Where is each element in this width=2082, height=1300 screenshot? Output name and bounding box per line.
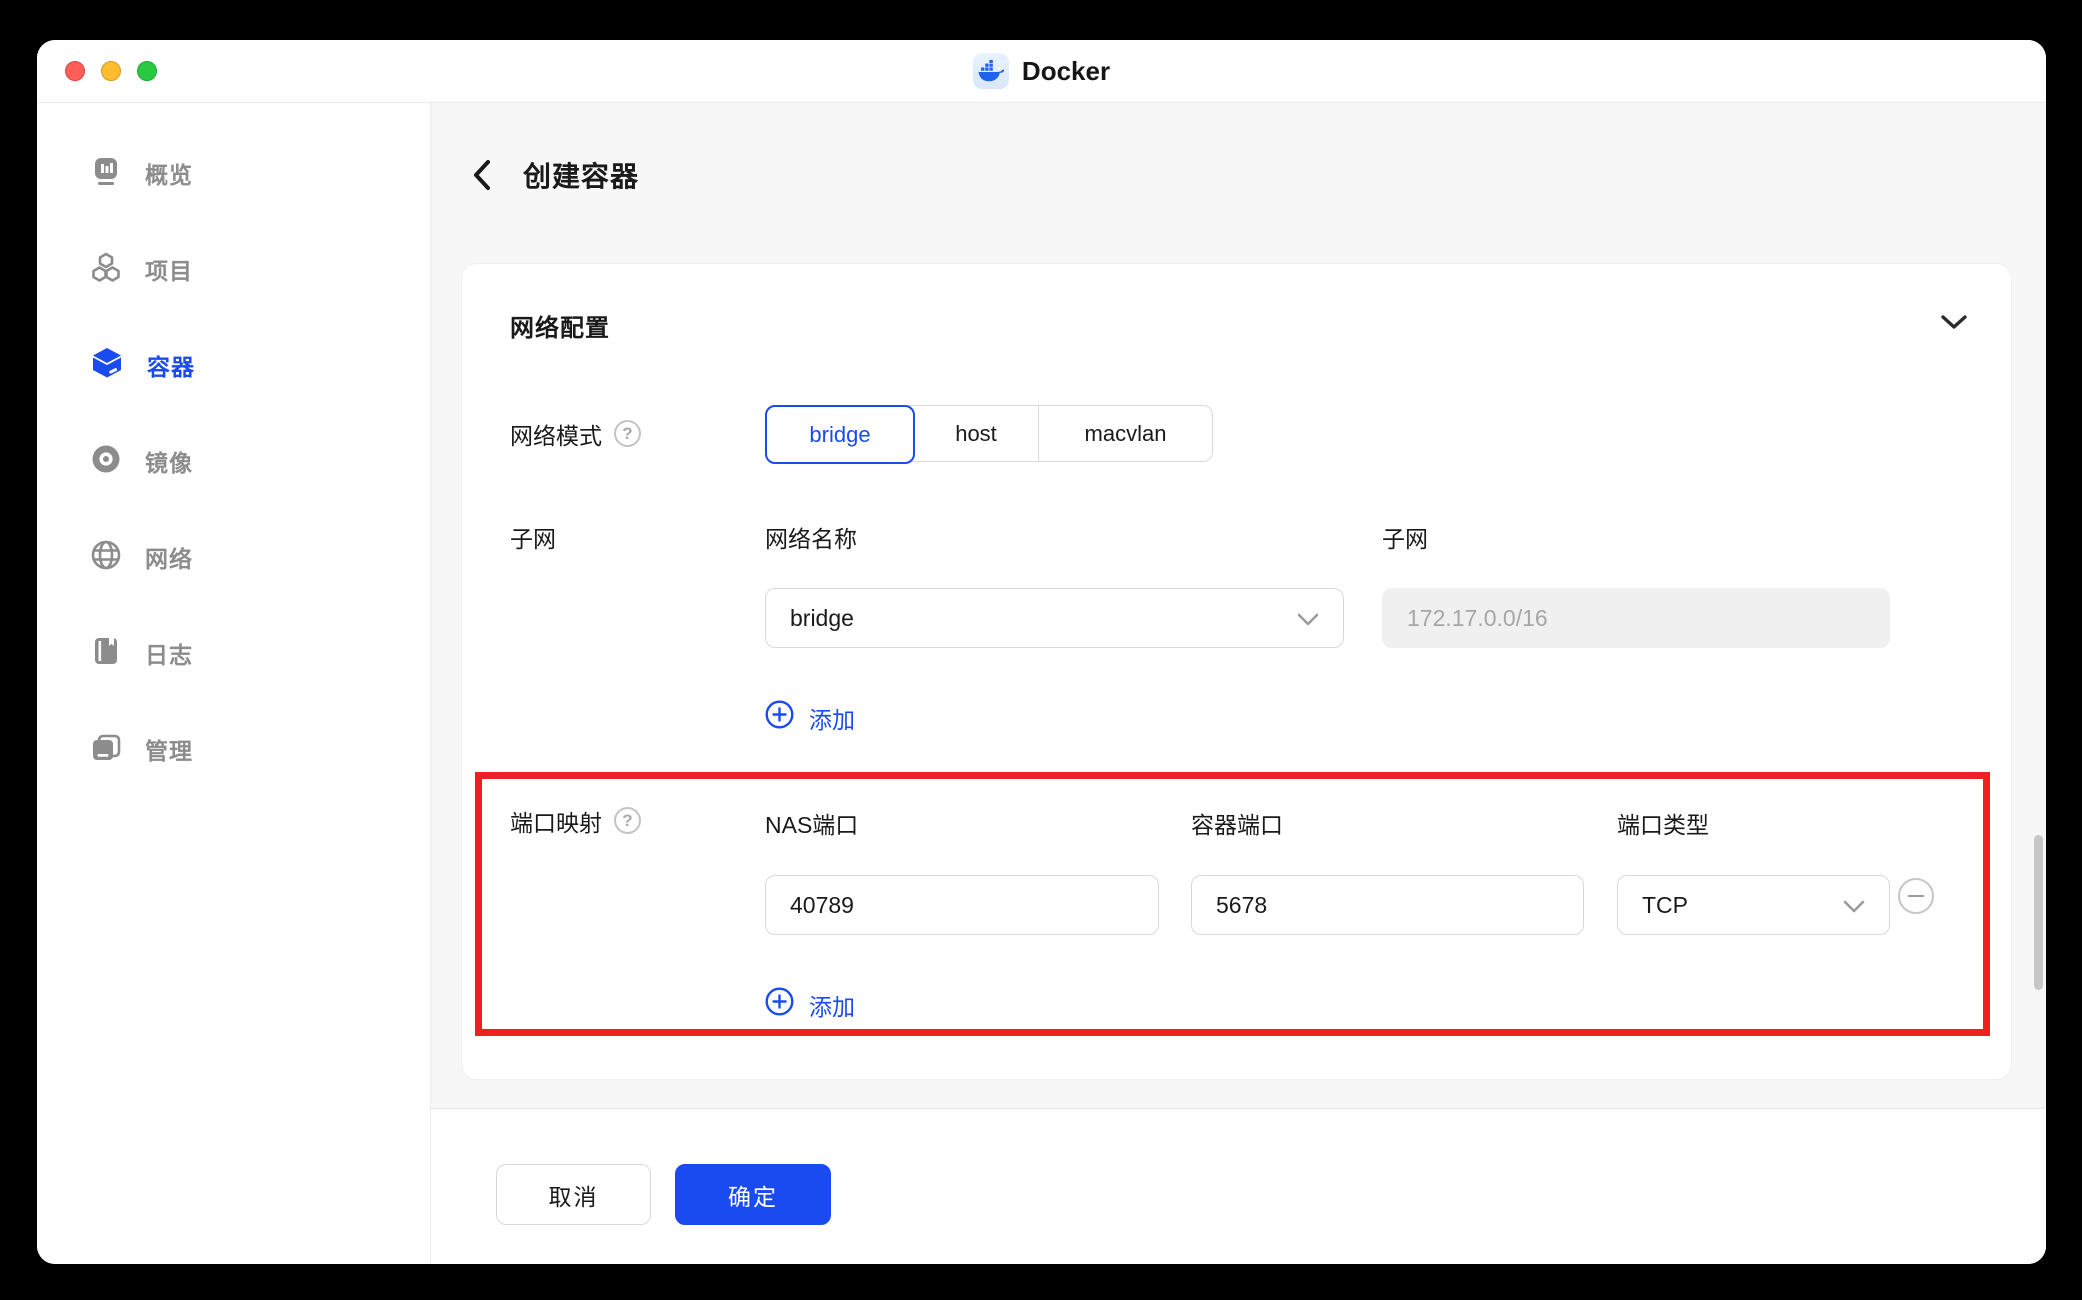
mode-option-bridge[interactable]: bridge (765, 405, 915, 464)
overview-icon (90, 155, 122, 192)
collapse-section-button[interactable] (1936, 304, 1972, 340)
port-type-label: 端口类型 (1617, 812, 1709, 838)
containers-icon (90, 346, 124, 385)
nas-port-input[interactable] (765, 875, 1159, 935)
section-title: 网络配置 (510, 315, 610, 342)
sidebar-item-label: 概览 (145, 162, 193, 188)
chevron-down-icon (1843, 892, 1865, 919)
page-title: 创建容器 (523, 161, 640, 192)
plus-circle-icon (765, 987, 794, 1022)
chevron-down-icon (1297, 605, 1319, 632)
sidebar-item-network[interactable]: 网络 (37, 509, 430, 605)
port-mapping-row-label: 端口映射 ? (510, 792, 641, 849)
vertical-scrollbar[interactable] (2034, 835, 2043, 990)
add-port-mapping-label: 添加 (809, 993, 855, 1020)
subnet-input (1382, 588, 1890, 648)
footer-bar: 取消 确定 (431, 1108, 2046, 1264)
docker-whale-icon (972, 53, 1009, 89)
network-name-select[interactable]: bridge (765, 588, 1344, 648)
port-mapping-label: 端口映射 (510, 809, 602, 836)
sidebar-item-logs[interactable]: 日志 (37, 605, 430, 701)
zoom-window-button[interactable] (137, 61, 157, 81)
container-port-input[interactable] (1191, 875, 1584, 935)
sidebar-item-projects[interactable]: 项目 (37, 221, 430, 317)
back-button[interactable] (467, 158, 497, 192)
manage-icon (90, 731, 122, 768)
add-network-link[interactable]: 添加 (765, 700, 855, 735)
sidebar-item-label: 镜像 (145, 450, 193, 476)
port-type-select[interactable]: TCP (1617, 875, 1890, 935)
remove-port-mapping-button[interactable] (1898, 878, 1934, 914)
page-header: 创建容器 (467, 155, 639, 195)
container-port-label: 容器端口 (1191, 812, 1283, 838)
main-content: 创建容器 网络配置 网络模式 ? bridge host macvlan 子网 … (431, 103, 2046, 1264)
plus-circle-icon (765, 700, 794, 735)
network-name-label: 网络名称 (765, 526, 857, 552)
sidebar-item-label: 管理 (145, 738, 193, 764)
docker-app-window: Docker 概览 项目 容器 镜像 网络 日志 管理 创建容器 网络配置 网络… (37, 40, 2046, 1264)
sidebar-item-containers[interactable]: 容器 (37, 317, 430, 413)
sidebar-item-label: 容器 (147, 354, 195, 380)
port-type-value: TCP (1642, 891, 1688, 918)
cancel-button[interactable]: 取消 (496, 1164, 651, 1225)
sidebar-item-label: 项目 (145, 258, 193, 284)
traffic-lights (65, 40, 157, 102)
projects-icon (90, 251, 122, 288)
network-name-value: bridge (790, 604, 854, 631)
help-icon[interactable]: ? (614, 807, 641, 834)
help-icon[interactable]: ? (614, 420, 641, 447)
add-network-label: 添加 (809, 706, 855, 733)
minimize-window-button[interactable] (101, 61, 121, 81)
sidebar: 概览 项目 容器 镜像 网络 日志 管理 (37, 103, 431, 1264)
add-port-mapping-link[interactable]: 添加 (765, 987, 855, 1022)
app-title: Docker (1021, 55, 1111, 86)
subnet-field-label: 子网 (1382, 526, 1428, 552)
titlebar: Docker (37, 40, 2046, 103)
mode-option-macvlan[interactable]: macvlan (1039, 406, 1212, 461)
nas-port-label: NAS端口 (765, 812, 859, 838)
network-mode-row-label: 网络模式 ? (510, 405, 641, 462)
sidebar-item-manage[interactable]: 管理 (37, 701, 430, 797)
network-mode-segmented-control: bridge host macvlan (765, 405, 1213, 464)
mode-option-host[interactable]: host (914, 406, 1039, 461)
network-icon (90, 539, 122, 576)
sidebar-item-label: 日志 (145, 642, 193, 668)
sidebar-item-images[interactable]: 镜像 (37, 413, 430, 509)
images-icon (90, 443, 122, 480)
subnet-row-label: 子网 (510, 526, 556, 552)
logs-icon (90, 635, 122, 672)
network-mode-label: 网络模式 (510, 422, 602, 449)
screen: Docker 概览 项目 容器 镜像 网络 日志 管理 创建容器 网络配置 网络… (0, 0, 2082, 1300)
network-config-card: 网络配置 网络模式 ? bridge host macvlan 子网 网络名称 … (461, 263, 2012, 1080)
sidebar-item-label: 网络 (145, 546, 193, 572)
sidebar-item-overview[interactable]: 概览 (37, 125, 430, 221)
close-window-button[interactable] (65, 61, 85, 81)
confirm-button[interactable]: 确定 (675, 1164, 831, 1225)
